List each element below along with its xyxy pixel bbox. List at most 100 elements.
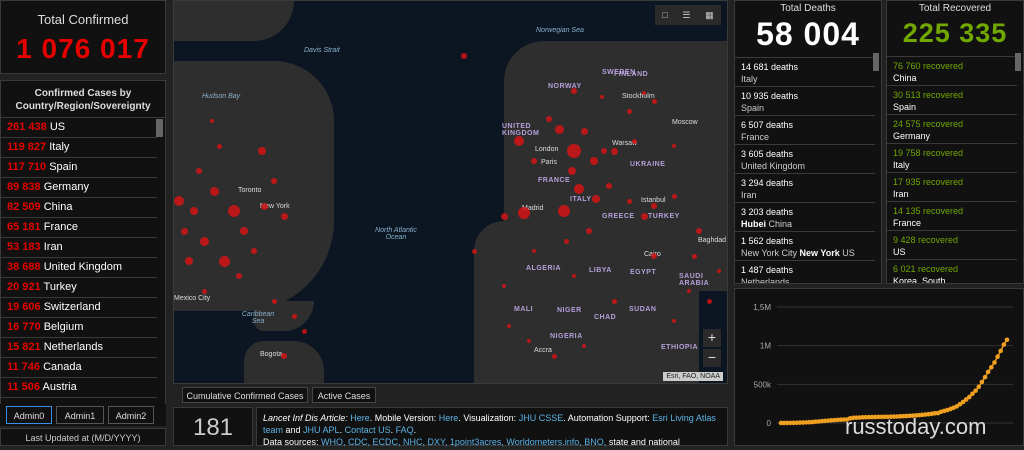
tab-admin0[interactable]: Admin0 [6,406,52,424]
case-bubble[interactable] [571,88,577,94]
case-bubble[interactable] [631,138,637,144]
case-bubble[interactable] [717,269,721,273]
case-bubble[interactable] [199,236,209,246]
chart-point[interactable] [976,384,982,390]
recovered-row[interactable]: 76 760 recovered China [887,56,1017,85]
case-bubble[interactable] [210,119,214,123]
tab-admin2[interactable]: Admin2 [108,406,154,424]
case-bubble[interactable] [672,144,676,148]
case-bubble[interactable] [260,202,268,210]
chart-point[interactable] [985,369,991,375]
recovered-row[interactable]: 30 513 recovered Spain [887,85,1017,114]
case-row[interactable]: 117 710 Spain [1,158,157,178]
case-bubble[interactable] [502,284,506,288]
chart-point[interactable] [979,379,985,385]
chart-point[interactable] [998,348,1004,354]
case-bubble[interactable] [180,227,188,235]
recovered-row[interactable]: 19 758 recovered Italy [887,143,1017,172]
case-bubble[interactable] [507,324,511,328]
chart-point[interactable] [1004,337,1010,343]
case-bubble[interactable] [687,289,691,293]
recovered-row[interactable]: 24 575 recovered Germany [887,114,1017,143]
list-icon[interactable]: ☰ [682,10,690,21]
jhu-csse-link[interactable]: JHU CSSE [519,413,564,423]
case-bubble[interactable] [706,298,712,304]
case-bubble[interactable] [546,116,552,122]
case-bubble[interactable] [527,339,531,343]
grid-icon[interactable]: ▦ [705,10,714,21]
case-bubble[interactable] [592,195,600,203]
case-bubble[interactable] [551,353,557,359]
case-bubble[interactable] [563,238,569,244]
case-bubble[interactable] [651,203,657,209]
chart-point[interactable] [992,360,997,365]
case-row[interactable]: 15 821 Netherlands [1,338,157,358]
death-row[interactable]: 10 935 deaths Spain [735,86,875,115]
case-row[interactable]: 20 921 Turkey [1,278,157,298]
total-deaths-panel[interactable]: Total Deaths 58 004 14 681 deaths Italy 10… [734,0,882,284]
case-row[interactable]: 19 606 Switzerland [1,298,157,318]
case-bubble[interactable] [190,207,198,215]
recovered-row[interactable]: 6 021 recovered Korea, South [887,259,1017,283]
case-bubble[interactable] [567,144,581,158]
case-bubble[interactable] [672,319,676,323]
case-bubble[interactable] [626,108,632,114]
case-bubble[interactable] [574,184,584,194]
case-bubble[interactable] [558,205,570,217]
case-bubble[interactable] [301,328,307,334]
case-bubble[interactable] [291,313,297,319]
total-recovered-panel[interactable]: Total Recovered 225 335 76 760 recovered… [886,0,1024,284]
case-bubble[interactable] [531,158,537,164]
recovered-scrollbar[interactable] [1015,53,1021,71]
case-row[interactable]: 16 770 Belgium [1,318,157,338]
case-bubble[interactable] [651,98,657,104]
mobile-link[interactable]: Here [439,413,459,423]
case-bubble[interactable] [518,207,530,219]
case-bubble[interactable] [236,273,242,279]
case-bubble[interactable] [258,147,266,155]
case-bubble[interactable] [642,91,646,95]
case-bubble[interactable] [271,178,277,184]
case-bubble[interactable] [500,212,508,220]
contact-link[interactable]: Contact US [345,425,391,435]
case-bubble[interactable] [568,167,576,175]
case-bubble[interactable] [251,248,257,254]
death-row[interactable]: 3 605 deaths United Kingdom [735,144,875,173]
case-bubble[interactable] [606,183,612,189]
tab-admin1[interactable]: Admin1 [56,406,104,424]
death-row[interactable]: 3 203 deaths Hubei China [735,202,875,231]
case-row[interactable]: 11 746 Canada [1,358,157,378]
recovered-row[interactable]: 17 935 recovered Iran [887,172,1017,201]
chart-point[interactable] [982,374,988,380]
confirmed-cases-list[interactable]: Confirmed Cases by Country/Region/Sovere… [0,80,166,406]
case-bubble[interactable] [281,353,287,359]
case-bubble[interactable] [240,227,248,235]
recovered-row[interactable]: 14 135 recovered France [887,201,1017,230]
case-bubble[interactable] [216,143,222,149]
case-bubble[interactable] [461,53,467,59]
case-bubble[interactable] [471,248,477,254]
case-bubble[interactable] [696,228,702,234]
case-bubble[interactable] [590,157,598,165]
case-row[interactable]: 65 181 France [1,218,157,238]
death-row[interactable]: 3 294 deaths Iran [735,173,875,202]
case-bubble[interactable] [610,147,618,155]
case-bubble[interactable] [218,255,230,267]
bookmark-icon[interactable]: □ [662,10,667,20]
case-bubble[interactable] [228,205,240,217]
case-bubble[interactable] [671,193,677,199]
case-bubble[interactable] [572,274,576,278]
case-bubble[interactable] [651,253,657,259]
case-bubble[interactable] [196,168,202,174]
case-bubble[interactable] [532,249,536,253]
death-row[interactable]: 6 507 deaths France [735,115,875,144]
zoom-in-button[interactable]: + [703,329,721,347]
case-bubble[interactable] [554,124,564,134]
chart-point[interactable] [995,354,1000,359]
case-bubble[interactable] [185,257,193,265]
case-row[interactable]: 119 827 Italy [1,138,157,158]
recovered-row[interactable]: 9 428 recovered US [887,230,1017,259]
tab-active-cases[interactable]: Active Cases [312,387,376,403]
case-row[interactable]: 11 506 Austria [1,378,157,398]
case-bubble[interactable] [600,95,604,99]
